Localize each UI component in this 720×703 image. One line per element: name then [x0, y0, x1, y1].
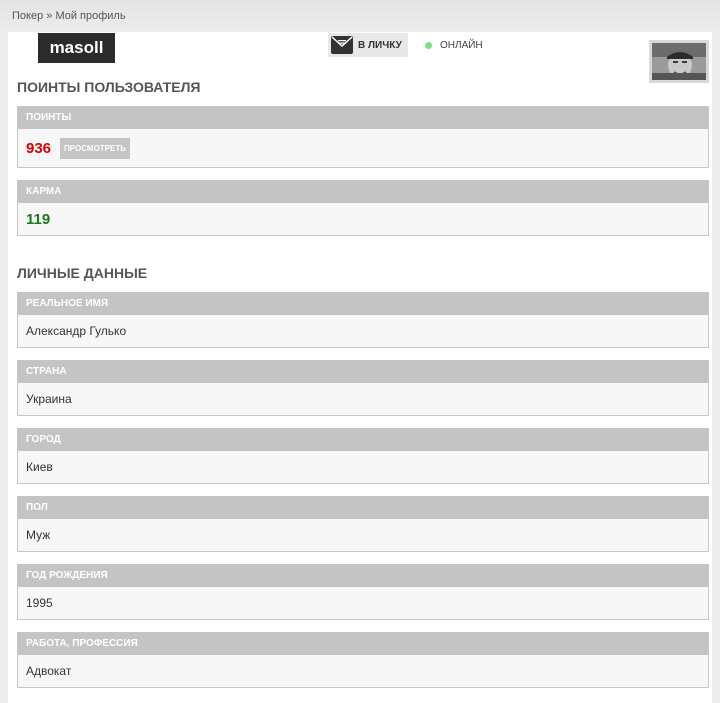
- points-label: ПОИНТЫ: [18, 107, 708, 129]
- field-label: РАБОТА, ПРОФЕССИЯ: [18, 633, 708, 655]
- points-body: 936 ПРОСМОТРЕТЬ: [18, 129, 708, 167]
- field-label: ПОЛ: [18, 497, 708, 519]
- karma-field: КАРМА 119: [17, 180, 709, 236]
- breadcrumb: Покер » Мой профиль: [12, 10, 126, 22]
- points-section-title: ПОИНТЫ ПОЛЬЗОВАТЕЛЯ: [17, 79, 201, 95]
- view-points-button[interactable]: ПРОСМОТРЕТЬ: [60, 137, 130, 159]
- field-value: Александр Гулько: [26, 324, 127, 338]
- field-value: Адвокат: [26, 664, 72, 678]
- field-value: Украина: [26, 392, 72, 406]
- private-message-button[interactable]: В ЛИЧКУ: [328, 33, 408, 57]
- field-label: ГОРОД: [18, 429, 708, 451]
- field-value: Муж: [26, 528, 51, 542]
- top-bar: Покер » Мой профиль: [0, 0, 720, 32]
- breadcrumb-current: Мой профиль: [55, 10, 126, 22]
- field-birth-year: ГОД РОЖДЕНИЯ 1995: [17, 564, 709, 620]
- envelope-icon: [331, 36, 353, 54]
- personal-section-title: ЛИЧНЫЕ ДАННЫЕ: [17, 265, 148, 281]
- field-gender: ПОЛ Муж: [17, 496, 709, 552]
- breadcrumb-home-link[interactable]: Покер: [12, 10, 43, 22]
- field-real-name: РЕАЛЬНОЕ ИМЯ Александр Гулько: [17, 292, 709, 348]
- username-badge: masoll: [38, 33, 115, 63]
- karma-label: КАРМА: [18, 181, 708, 203]
- field-city: ГОРОД Киев: [17, 428, 709, 484]
- field-value: Киев: [26, 460, 53, 474]
- avatar[interactable]: [649, 40, 709, 83]
- breadcrumb-separator: »: [43, 10, 56, 22]
- field-label: РЕАЛЬНОЕ ИМЯ: [18, 293, 708, 315]
- karma-body: 119: [18, 203, 708, 235]
- karma-value: 119: [26, 210, 51, 228]
- points-field: ПОИНТЫ 936 ПРОСМОТРЕТЬ: [17, 106, 709, 168]
- field-label: СТРАНА: [18, 361, 708, 383]
- online-label: ОНЛАЙН: [440, 40, 483, 51]
- private-message-label: В ЛИЧКУ: [358, 39, 402, 51]
- field-profession: РАБОТА, ПРОФЕССИЯ Адвокат: [17, 632, 709, 688]
- online-status: ОНЛАЙН: [425, 40, 483, 51]
- field-value: 1995: [26, 596, 53, 610]
- points-value: 936: [26, 139, 52, 157]
- profile-card: masoll В ЛИЧКУ ОНЛАЙН ПОИНТЫ ПОЛЬЗОВАТЕЛ…: [8, 32, 712, 703]
- field-label: ГОД РОЖДЕНИЯ: [18, 565, 708, 587]
- field-country: СТРАНА Украина: [17, 360, 709, 416]
- avatar-image: [652, 43, 706, 80]
- online-dot-icon: [425, 42, 432, 49]
